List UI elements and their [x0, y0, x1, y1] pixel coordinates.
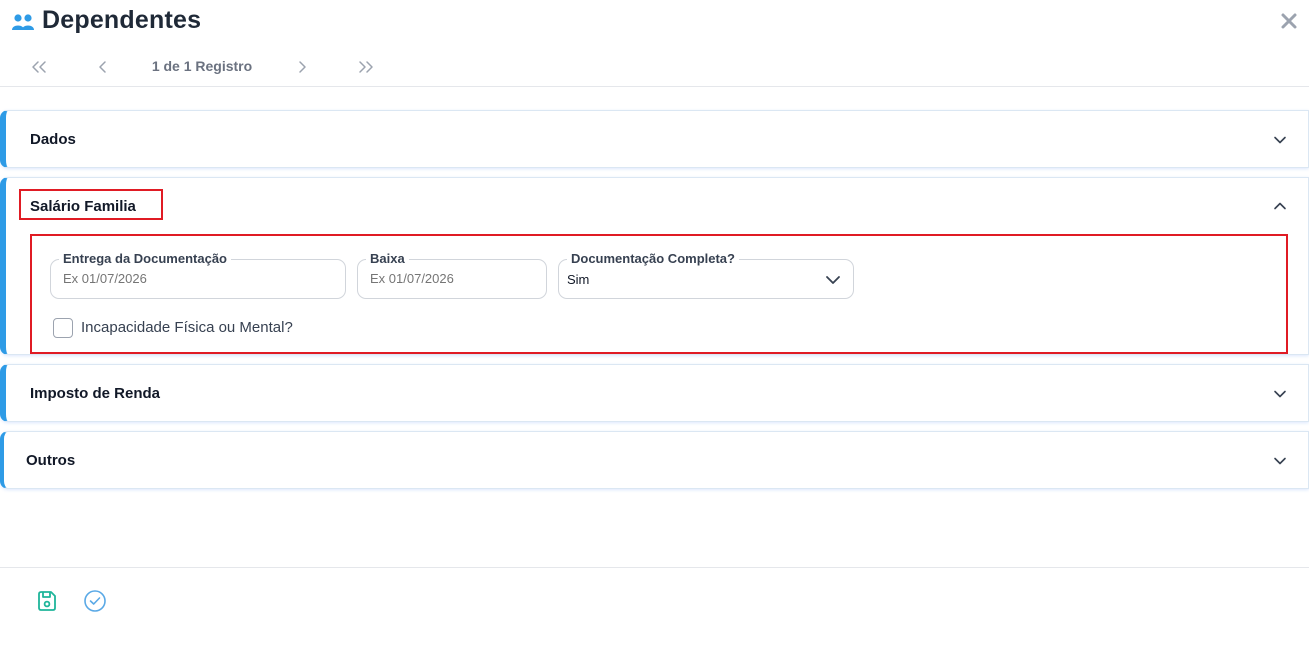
- check-circle-icon[interactable]: [83, 589, 107, 613]
- section-title-outros: Outros: [26, 452, 76, 469]
- highlight-section-title: [19, 189, 163, 220]
- save-icon[interactable]: [35, 589, 59, 613]
- highlight-section-content: [30, 234, 1288, 354]
- chevron-right-icon: [299, 61, 306, 73]
- double-chevron-right-icon: [359, 61, 373, 73]
- chevron-down-icon[interactable]: [1272, 132, 1288, 148]
- first-record-button[interactable]: [27, 56, 51, 78]
- prev-record-button[interactable]: [91, 56, 115, 78]
- page-header: Dependentes 1 de 1 Registro: [0, 0, 1309, 87]
- section-dados[interactable]: Dados: [0, 110, 1309, 168]
- section-outros[interactable]: Outros: [0, 431, 1309, 489]
- chevron-up-icon[interactable]: [1272, 198, 1288, 214]
- section-title-imposto-de-renda: Imposto de Renda: [30, 385, 161, 402]
- section-imposto-de-renda[interactable]: Imposto de Renda: [0, 364, 1309, 422]
- last-record-button[interactable]: [354, 56, 378, 78]
- chevron-left-icon: [99, 61, 106, 73]
- record-pager: 1 de 1 Registro: [0, 56, 420, 78]
- close-icon[interactable]: [1280, 12, 1298, 30]
- record-counter: 1 de 1 Registro: [151, 58, 253, 74]
- next-record-button[interactable]: [290, 56, 314, 78]
- footer-divider: [0, 567, 1309, 568]
- users-icon: [12, 14, 34, 30]
- double-chevron-left-icon: [32, 61, 46, 73]
- chevron-down-icon[interactable]: [1272, 386, 1288, 402]
- chevron-down-icon[interactable]: [1272, 453, 1288, 469]
- page-title: Dependentes: [42, 6, 202, 34]
- section-title-dados: Dados: [30, 131, 76, 148]
